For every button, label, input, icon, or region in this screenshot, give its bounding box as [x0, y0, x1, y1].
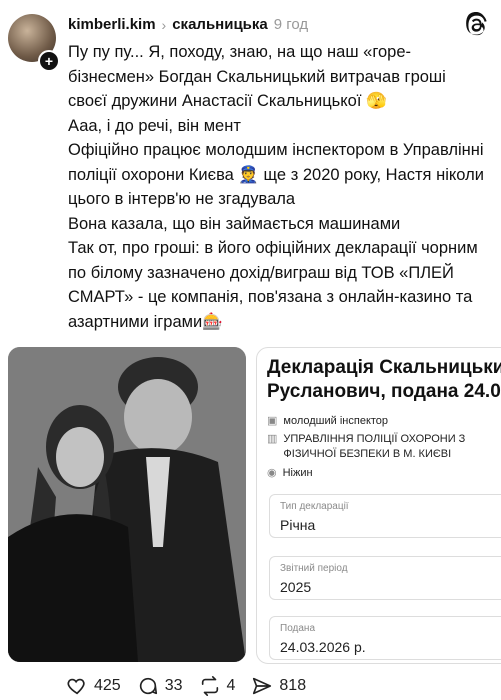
post-paragraph: Ааа, і до речі, він мент — [68, 116, 241, 135]
follow-plus-icon[interactable]: + — [38, 50, 60, 72]
comment-count: 33 — [164, 677, 183, 694]
declaration-title-line: Русланович, подана 24.03.20 — [267, 381, 501, 402]
field-label: Подана — [280, 623, 316, 634]
comment-button[interactable]: 33 — [137, 675, 183, 697]
field-value: 2025 — [280, 579, 312, 595]
post-paragraph: Так от, про гроші: в його офіційних декл… — [68, 239, 478, 331]
building-icon: ▥ — [267, 433, 278, 445]
field-label: Тип декларації — [280, 501, 349, 512]
threads-logo-icon[interactable] — [463, 12, 489, 38]
field-value: Річна — [280, 517, 316, 533]
declaration-title: Декларація Скальницький Бо Русланович, п… — [267, 356, 501, 404]
city-text: Ніжин — [282, 467, 313, 479]
like-count: 425 — [94, 677, 121, 694]
location-pin-icon: ◉ — [267, 467, 277, 479]
post-header: kimberli.kim › скальницька 9 год — [68, 16, 308, 33]
comment-icon — [139, 677, 157, 695]
repost-button[interactable]: 4 — [199, 675, 236, 697]
position-text: молодший інспектор — [283, 415, 389, 427]
like-button[interactable]: 425 — [66, 675, 121, 697]
declaration-type-field: Тип декларації Річна — [269, 494, 501, 538]
send-icon — [253, 677, 272, 695]
repost-count: 4 — [226, 677, 236, 694]
heart-icon — [67, 678, 85, 695]
couple-photo[interactable] — [8, 347, 246, 662]
submitted-field: Подана 24.03.2026 р. — [269, 616, 501, 660]
topic-tag[interactable]: скальницька — [172, 16, 268, 33]
post-body: Пу пу пу... Я, походу, знаю, на що наш «… — [68, 40, 488, 334]
chevron-right-icon: › — [161, 16, 167, 33]
repost-icon — [201, 676, 218, 696]
share-button[interactable]: 818 — [251, 675, 306, 697]
field-value: 24.03.2026 р. — [280, 639, 366, 655]
declaration-title-line: Декларація Скальницький Бо — [267, 357, 501, 378]
org-row: ▥ УПРАВЛІННЯ ПОЛІЦІЇ ОХОРОНИ З ФІЗИЧНОЇ … — [267, 432, 501, 462]
couple-photo-image — [8, 347, 246, 662]
post-paragraph: Вона казала, що він займається машинами — [68, 214, 401, 233]
city-row: ◉ Ніжин — [267, 466, 313, 481]
declaration-card[interactable]: Декларація Скальницький Бо Русланович, п… — [256, 347, 501, 664]
position-row: ▣ молодший інспектор — [267, 414, 388, 429]
org-text: УПРАВЛІННЯ ПОЛІЦІЇ ОХОРОНИ З ФІЗИЧНОЇ БЕ… — [283, 433, 466, 460]
post-paragraph: Пу пу пу... Я, походу, знаю, на що наш «… — [68, 43, 446, 110]
reporting-period-field: Звітний період 2025 — [269, 556, 501, 600]
post-paragraph: Офіційно працює молодшим інспектором в У… — [68, 141, 484, 208]
username[interactable]: kimberli.kim — [68, 16, 156, 33]
timestamp: 9 год — [273, 16, 309, 33]
field-label: Звітний період — [280, 563, 348, 574]
briefcase-icon: ▣ — [267, 415, 278, 427]
action-bar: 425 33 4 818 — [66, 675, 322, 697]
share-count: 818 — [279, 677, 307, 694]
